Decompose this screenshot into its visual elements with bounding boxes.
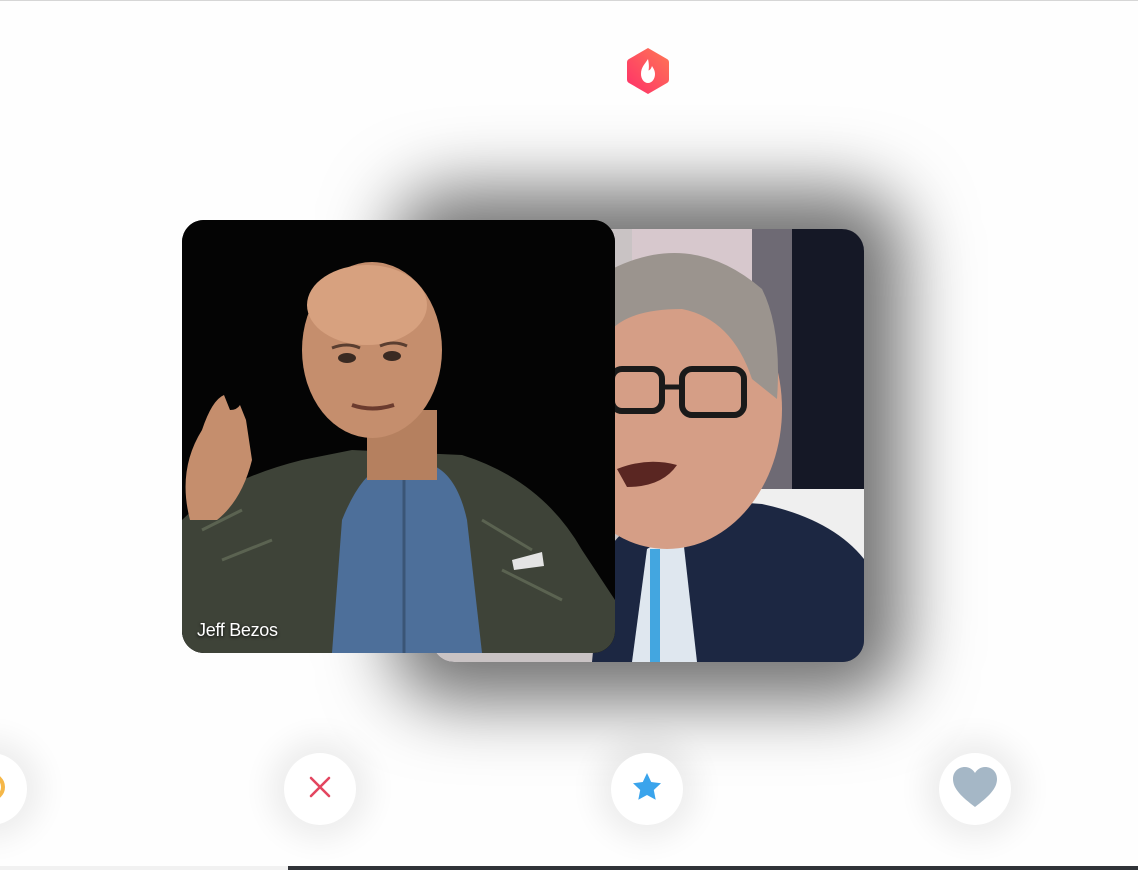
rewind-button[interactable] [0,753,27,825]
like-button[interactable] [939,753,1011,825]
heart-icon [952,766,998,813]
close-icon [308,775,332,804]
flame-logo-icon[interactable] [626,47,670,95]
bottom-strip-dark [288,866,1138,870]
profile-photo-front [182,220,615,653]
nope-button[interactable] [284,753,356,825]
super-like-button[interactable] [611,753,683,825]
top-divider [0,0,1138,1]
star-icon [631,771,663,808]
rewind-icon [0,770,8,809]
profile-card-front[interactable]: Jeff Bezos [182,220,615,653]
profile-name: Jeff Bezos [197,620,278,640]
app-screen: Jeff Bezos [0,0,1138,870]
